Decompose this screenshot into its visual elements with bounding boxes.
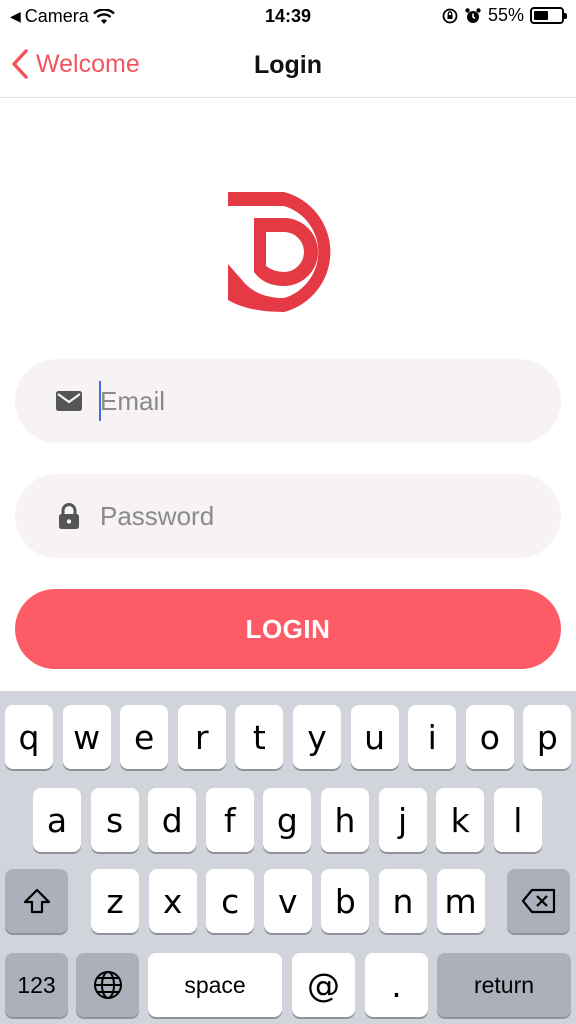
letter-key[interactable]: p [523,705,572,769]
letter-key[interactable]: b [321,869,370,933]
space-key[interactable]: space [148,953,282,1017]
password-field[interactable] [15,474,561,558]
letter-key[interactable]: t [235,705,284,769]
letter-key[interactable]: r [177,705,226,769]
globe-key[interactable] [76,953,139,1017]
letter-key[interactable]: k [436,788,485,852]
dot-key[interactable]: . [365,953,428,1017]
letter-key[interactable]: d [148,788,197,852]
letter-key[interactable]: c [206,869,255,933]
globe-icon [93,971,122,999]
letter-key[interactable]: f [205,788,254,852]
email-input[interactable] [100,377,540,425]
letter-key[interactable]: e [120,705,169,769]
letter-key[interactable]: y [293,705,341,769]
letter-key[interactable]: n [379,869,427,933]
page-title: Login [253,51,323,79]
letter-key[interactable]: s [90,788,139,852]
status-right: 55% [442,5,567,26]
battery-level [534,11,549,20]
letter-key[interactable]: i [408,705,457,769]
letter-key[interactable]: m [436,869,485,933]
brand-logo [228,192,331,312]
delete-key[interactable] [507,869,570,933]
letter-key[interactable]: x [148,869,197,933]
shift-key[interactable] [5,869,68,933]
letter-key[interactable]: v [263,869,312,933]
lock-icon [59,503,79,529]
letter-key[interactable]: w [62,705,111,769]
letter-key[interactable]: o [465,705,514,769]
battery-icon [530,7,567,24]
backspace-icon [521,888,555,914]
letter-key[interactable]: u [350,705,399,769]
letter-key[interactable]: j [378,788,427,852]
on-screen-keyboard: 123 space @ . return qwertyuiop asdfghjkl… [0,691,576,1024]
login-button[interactable]: LOGIN [15,589,561,669]
return-key[interactable]: return [437,953,571,1017]
letter-key[interactable]: q [5,705,53,769]
at-key[interactable]: @ [292,953,355,1017]
alarm-icon [465,7,481,23]
shift-icon [23,888,50,914]
letter-key[interactable]: g [263,788,312,852]
letter-key[interactable]: a [33,788,81,852]
orientation-lock-icon [442,8,458,23]
navigation-bar: Welcome Login [0,34,576,98]
letter-key[interactable]: h [321,788,369,852]
mail-icon [56,391,82,411]
password-input[interactable] [100,492,540,540]
email-field[interactable] [15,359,561,443]
letter-key[interactable]: l [493,788,542,852]
letter-key[interactable]: z [91,869,139,933]
battery-percent: 55% [487,5,524,25]
numbers-key[interactable]: 123 [5,953,68,1017]
status-bar: ◀ Camera 14:39 55% [0,0,576,34]
